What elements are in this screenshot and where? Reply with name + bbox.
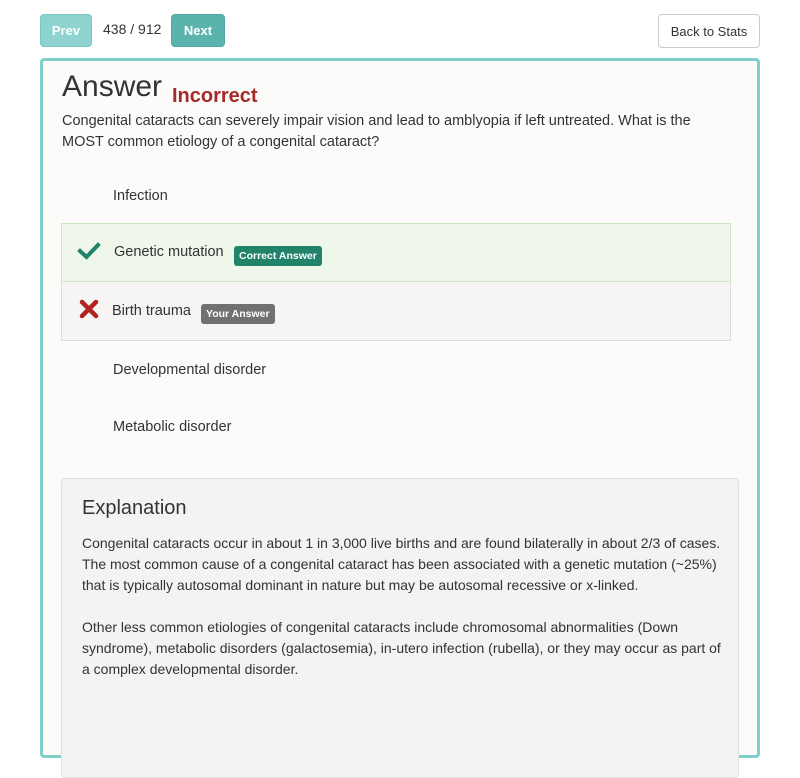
question-text: Congenital cataracts can severely impair… <box>62 113 691 150</box>
explanation-body: Congenital cataracts occur in about 1 in… <box>82 533 732 701</box>
option-label: Genetic mutation <box>114 244 224 260</box>
option-genetic-mutation: Genetic mutation Correct Answer <box>61 223 731 282</box>
result-status: Incorrect <box>172 85 258 107</box>
option-label: Birth trauma <box>112 303 191 319</box>
option-label: Infection <box>113 188 168 204</box>
option-infection: Infection <box>61 167 731 226</box>
top-navigation: Prev 438 / 912 Next Back to Stats <box>0 0 800 58</box>
option-label: Developmental disorder <box>113 362 267 378</box>
answer-heading: Answer <box>62 70 163 103</box>
check-icon <box>77 239 101 263</box>
explanation-panel: Explanation Congenital cataracts occur i… <box>61 478 739 778</box>
your-answer-badge: Your Answer <box>201 304 275 324</box>
back-to-stats-button[interactable]: Back to Stats <box>658 14 760 48</box>
option-label: Metabolic disorder <box>113 419 232 435</box>
explanation-paragraph: Congenital cataracts occur in about 1 in… <box>82 535 721 593</box>
x-icon <box>77 297 101 321</box>
explanation-title: Explanation <box>82 497 187 519</box>
option-metabolic-disorder: Metabolic disorder <box>61 398 731 457</box>
answer-card: Answer Incorrect Congenital cataracts ca… <box>40 58 760 778</box>
option-developmental-disorder: Developmental disorder <box>61 341 731 400</box>
question-counter: 438 / 912 <box>103 21 162 37</box>
option-birth-trauma: Birth trauma Your Answer <box>61 282 731 341</box>
next-button[interactable]: Next <box>171 14 225 47</box>
explanation-paragraph: Other less common etiologies of congenit… <box>82 619 721 677</box>
correct-answer-badge: Correct Answer <box>234 246 322 266</box>
prev-button[interactable]: Prev <box>40 14 92 47</box>
